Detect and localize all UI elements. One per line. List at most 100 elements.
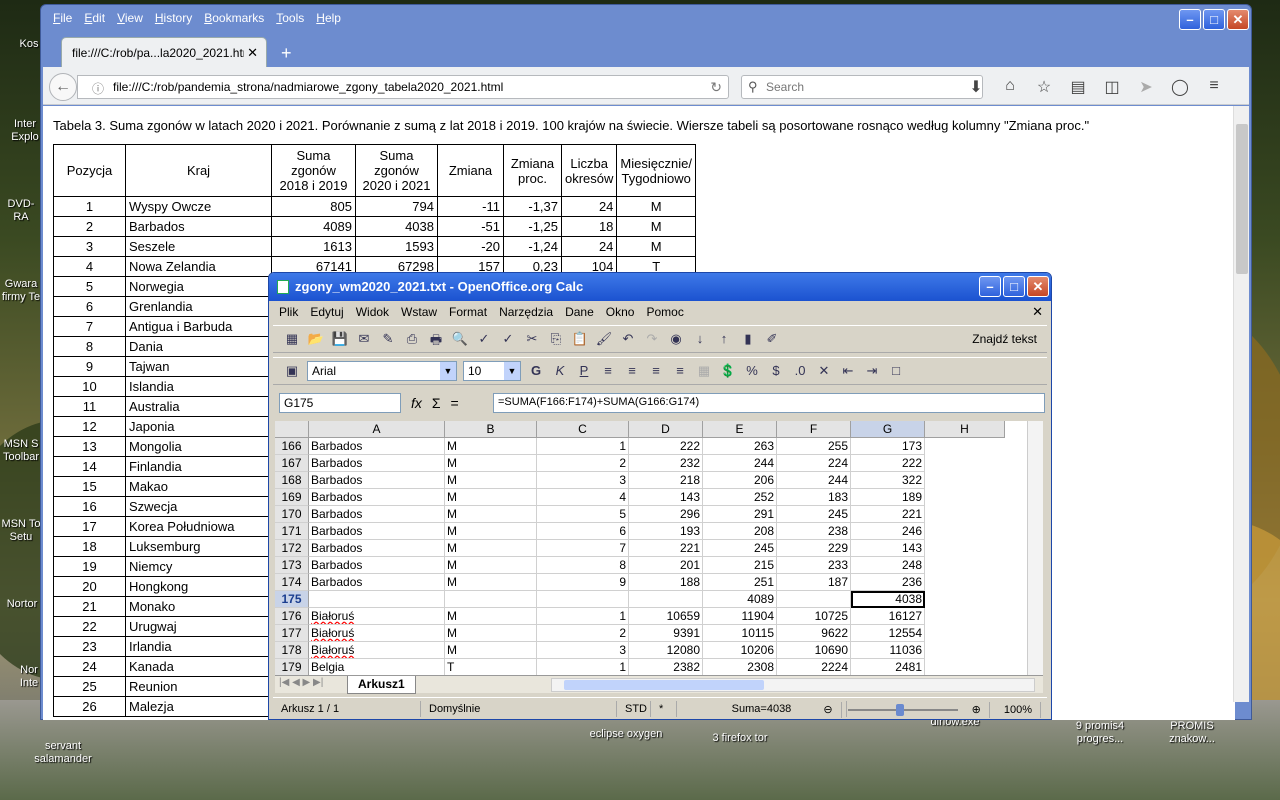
grid-cell[interactable]: 245	[777, 506, 851, 523]
decrease-indent-icon[interactable]: ⇤	[839, 363, 857, 379]
grid-cell[interactable]: M	[445, 472, 537, 489]
delete-decimal-icon[interactable]: ✕	[815, 363, 833, 379]
row-header[interactable]: 176	[275, 608, 309, 625]
grid-cell[interactable]: M	[445, 540, 537, 557]
grid-cell[interactable]: 188	[629, 574, 703, 591]
grid-cell[interactable]: 2	[537, 625, 629, 642]
grid-cell[interactable]: 10206	[703, 642, 777, 659]
maximize-icon[interactable]: □	[1003, 276, 1025, 297]
row-header[interactable]: 170	[275, 506, 309, 523]
grid-cell[interactable]: M	[445, 625, 537, 642]
zoom-out-icon[interactable]: ⊖	[815, 702, 842, 718]
justify-icon[interactable]: ≡	[671, 363, 689, 379]
grid-cell[interactable]: Białoruś	[309, 642, 445, 659]
row-header[interactable]: 168	[275, 472, 309, 489]
grid-cell[interactable]: 3	[537, 472, 629, 489]
grid-cell[interactable]: Barbados	[309, 438, 445, 455]
merge-cells-icon[interactable]: ▦	[695, 363, 713, 379]
undo-icon[interactable]: ↶	[619, 331, 637, 347]
grid-cell[interactable]: Barbados	[309, 506, 445, 523]
menu-help[interactable]: Help	[310, 9, 347, 31]
grid-cell[interactable]: 11036	[851, 642, 925, 659]
paste-icon[interactable]: 📋	[571, 331, 589, 347]
spreadsheet-grid[interactable]: A B C D E F G H 166 Barbados M 1 222 263 255 173 167 Barb…	[275, 421, 1027, 675]
grid-cell[interactable]: 3	[537, 642, 629, 659]
grid-horizontal-scrollbar[interactable]	[551, 678, 1035, 692]
column-header[interactable]: A	[309, 421, 445, 438]
spellcheck-icon[interactable]: ✓	[475, 331, 493, 347]
grid-cell[interactable]: 8	[537, 557, 629, 574]
grid-cell[interactable]: 6	[537, 523, 629, 540]
email-icon[interactable]: ✉	[355, 331, 373, 347]
column-header[interactable]: G	[851, 421, 925, 438]
percent-icon[interactable]: %	[743, 363, 761, 379]
align-left-icon[interactable]: ≡	[599, 363, 617, 379]
grid-cell[interactable]: Barbados	[309, 574, 445, 591]
grid-cell[interactable]: 10690	[777, 642, 851, 659]
menu-tools[interactable]: Tools	[270, 9, 310, 31]
grid-cell[interactable]: 16127	[851, 608, 925, 625]
name-box[interactable]: G175	[279, 393, 401, 413]
grid-cell[interactable]: Barbados	[309, 557, 445, 574]
desktop-icon-label[interactable]: PROMIS znakow...	[1156, 720, 1228, 746]
row-header[interactable]: 173	[275, 557, 309, 574]
grid-vertical-scrollbar[interactable]	[1027, 421, 1043, 675]
bookmark-star-icon[interactable]: ☆	[1027, 77, 1061, 97]
minimize-icon[interactable]: –	[979, 276, 1001, 297]
grid-cell[interactable]: 9622	[777, 625, 851, 642]
menu-edytuj[interactable]: Edytuj	[304, 303, 349, 323]
scrollbar-thumb[interactable]	[564, 680, 764, 690]
grid-cell[interactable]	[309, 591, 445, 608]
download-icon[interactable]: ⬇	[959, 77, 993, 97]
column-header[interactable]: E	[703, 421, 777, 438]
grid-cell[interactable]: M	[445, 608, 537, 625]
menu-widok[interactable]: Widok	[350, 303, 395, 323]
menu-format[interactable]: Format	[443, 303, 493, 323]
grid-cell[interactable]: M	[445, 523, 537, 540]
find-text-label[interactable]: Znajdź tekst	[972, 332, 1047, 346]
grid-cell[interactable]: M	[445, 557, 537, 574]
column-header[interactable]: B	[445, 421, 537, 438]
menu-view[interactable]: View	[111, 9, 149, 31]
grid-cell[interactable]: 2308	[703, 659, 777, 675]
grid-cell[interactable]: 222	[629, 438, 703, 455]
desktop-icon-label[interactable]: Inter Explo	[8, 118, 42, 144]
new-document-icon[interactable]: ▦	[283, 331, 301, 347]
tab-close-icon[interactable]: ✕	[247, 45, 258, 61]
preview-icon[interactable]: 🔍	[451, 331, 469, 347]
grid-cell[interactable]: 236	[851, 574, 925, 591]
grid-cell[interactable]: 2481	[851, 659, 925, 675]
back-arrow-icon[interactable]: ←	[49, 73, 77, 101]
grid-cell[interactable]: 224	[777, 455, 851, 472]
chat-icon[interactable]: ◯	[1163, 77, 1197, 97]
desktop-icon-label[interactable]: 9 promis4 progres...	[1064, 720, 1136, 746]
sort-asc-icon[interactable]: ↓	[691, 331, 709, 347]
zoom-slider[interactable]	[847, 704, 958, 716]
row-header[interactable]: 172	[275, 540, 309, 557]
search-input[interactable]: ⚲ Search	[741, 75, 983, 99]
grid-cell[interactable]: 322	[851, 472, 925, 489]
borders-icon[interactable]: □	[887, 363, 905, 379]
cut-icon[interactable]: ✂	[523, 331, 541, 347]
page-scrollbar[interactable]	[1233, 106, 1249, 702]
minimize-icon[interactable]: –	[1179, 9, 1201, 30]
send-icon[interactable]: ➤	[1129, 77, 1163, 97]
grid-cell[interactable]: Barbados	[309, 489, 445, 506]
sort-desc-icon[interactable]: ↑	[715, 331, 733, 347]
column-header[interactable]: C	[537, 421, 629, 438]
reload-icon[interactable]: ↻	[710, 79, 722, 96]
grid-cell[interactable]: 9391	[629, 625, 703, 642]
reading-list-icon[interactable]: ▤	[1061, 77, 1095, 97]
function-wizard-icon[interactable]: fx	[411, 395, 422, 411]
grid-cell[interactable]: 206	[703, 472, 777, 489]
edit-mode-icon[interactable]: ✎	[379, 331, 397, 347]
grid-cell[interactable]: M	[445, 438, 537, 455]
grid-cell[interactable]: 2	[537, 455, 629, 472]
grid-cell[interactable]: 10659	[629, 608, 703, 625]
grid-cell[interactable]: 12080	[629, 642, 703, 659]
grid-cell[interactable]: Belgia	[309, 659, 445, 675]
row-header[interactable]: 171	[275, 523, 309, 540]
grid-cell[interactable]: 7	[537, 540, 629, 557]
desktop-icon-label[interactable]: Gwara firmy Te	[0, 278, 42, 304]
hamburger-menu-icon[interactable]: ≡	[1197, 77, 1231, 97]
